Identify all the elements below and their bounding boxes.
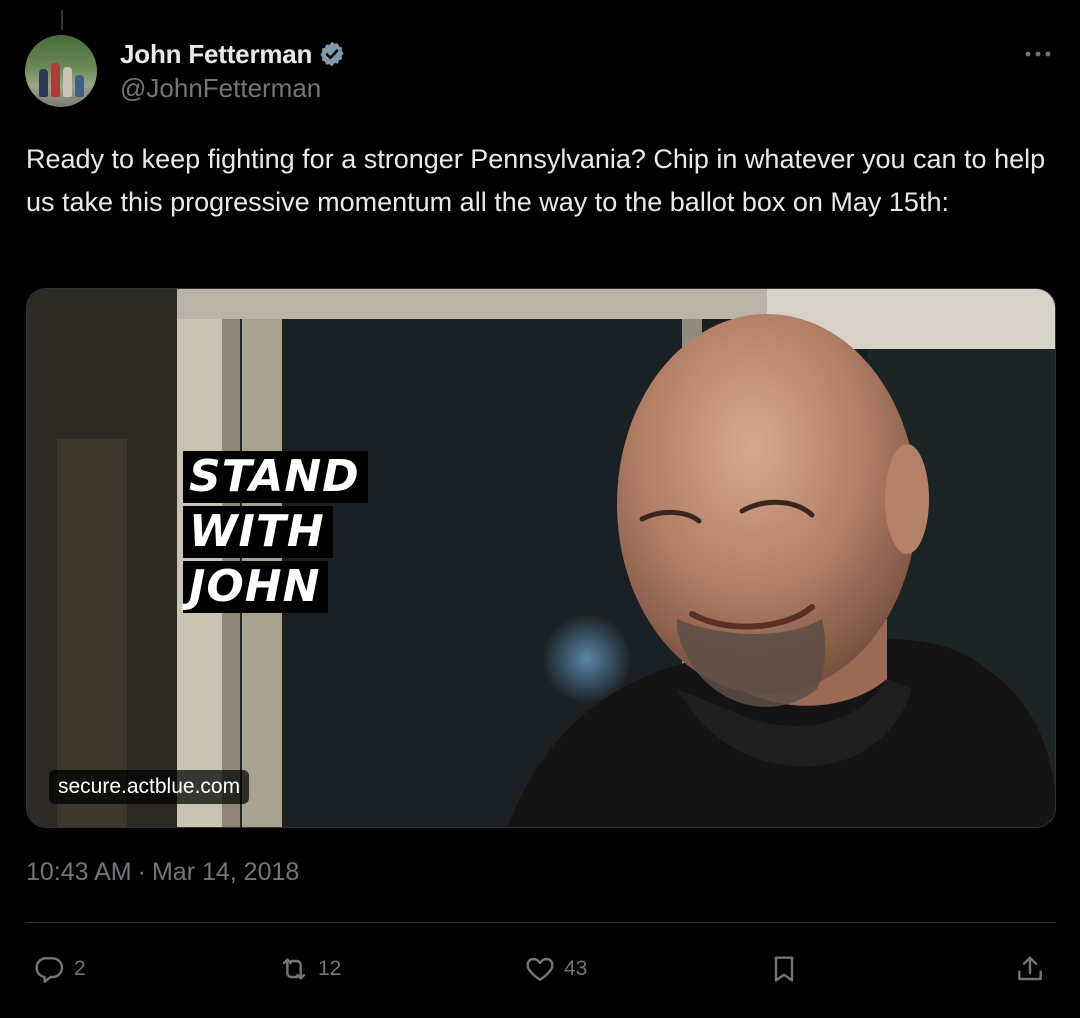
overlay-line: JOHN bbox=[183, 561, 329, 613]
repost-count: 12 bbox=[318, 957, 342, 980]
display-name-row: John Fetterman bbox=[120, 37, 346, 71]
reply-icon bbox=[35, 957, 64, 983]
card-overlay-text: STAND WITH JOHN bbox=[183, 451, 368, 616]
thread-connector-line bbox=[61, 10, 63, 30]
bookmark-button[interactable] bbox=[768, 946, 800, 992]
overlay-line: STAND bbox=[183, 451, 368, 503]
author-block: John Fetterman @JohnFetterman bbox=[120, 37, 346, 104]
tweet-timestamp[interactable]: 10:43 AM · Mar 14, 2018 bbox=[26, 858, 299, 887]
tweet-actions-bar: 2 12 43 bbox=[26, 946, 1056, 992]
avatar[interactable] bbox=[25, 35, 97, 107]
timestamp-separator: · bbox=[137, 858, 146, 886]
avatar-figure bbox=[39, 69, 48, 97]
card-domain-badge: secure.actblue.com bbox=[49, 770, 250, 804]
display-name[interactable]: John Fetterman bbox=[120, 39, 312, 70]
verified-badge-icon bbox=[320, 41, 344, 67]
share-button[interactable] bbox=[1014, 946, 1046, 992]
user-handle[interactable]: @JohnFetterman bbox=[120, 73, 346, 104]
more-horizontal-icon bbox=[1025, 51, 1051, 57]
avatar-figure bbox=[63, 67, 72, 97]
avatar-figure bbox=[75, 75, 84, 97]
heart-icon bbox=[526, 957, 554, 981]
bookmark-icon bbox=[774, 956, 794, 982]
tweet-date: Mar 14, 2018 bbox=[151, 858, 300, 886]
more-options-button[interactable] bbox=[1020, 40, 1056, 68]
overlay-line: WITH bbox=[183, 506, 333, 558]
reply-button[interactable]: 2 bbox=[34, 946, 86, 992]
link-card[interactable]: STAND WITH JOHN secure.actblue.com bbox=[26, 288, 1056, 828]
reply-count: 2 bbox=[74, 957, 86, 980]
share-icon bbox=[1018, 956, 1042, 981]
repost-icon bbox=[282, 958, 306, 980]
card-image bbox=[27, 289, 1055, 827]
repost-button[interactable]: 12 bbox=[278, 946, 341, 992]
like-button[interactable]: 43 bbox=[524, 946, 587, 992]
divider bbox=[26, 922, 1056, 923]
tweet-text: Ready to keep fighting for a stronger Pe… bbox=[26, 144, 1046, 217]
avatar-figure bbox=[51, 63, 60, 97]
tweet-time: 10:43 AM bbox=[26, 858, 132, 886]
like-count: 43 bbox=[564, 957, 588, 980]
